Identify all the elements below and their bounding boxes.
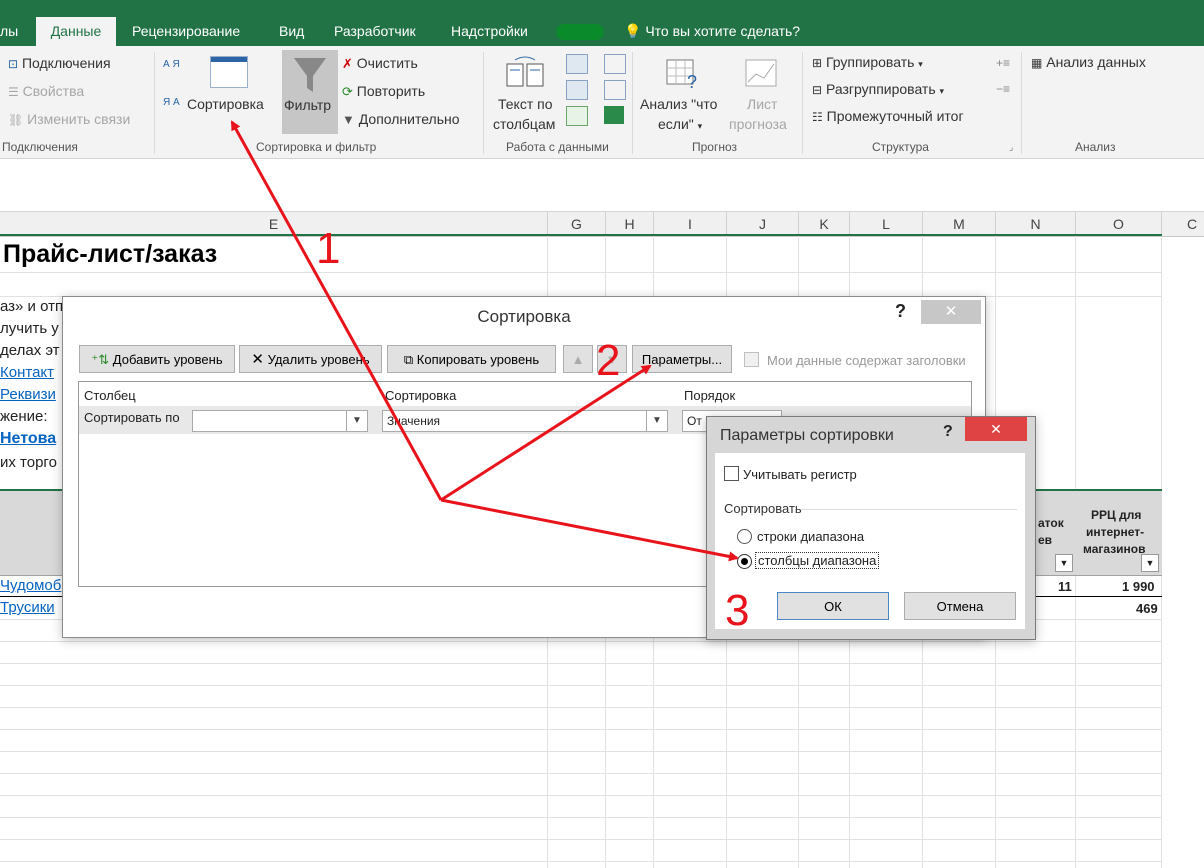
- annotation-arrows: [230, 120, 739, 562]
- annotation-marker-2: 2: [596, 336, 621, 385]
- annotation-marker-3: 3: [725, 586, 750, 635]
- annotation-marker-1: 1: [316, 224, 341, 273]
- arrow-to-columns-radio: [440, 498, 739, 562]
- arrow-to-options: [440, 364, 652, 502]
- arrow-to-sort: [230, 120, 443, 501]
